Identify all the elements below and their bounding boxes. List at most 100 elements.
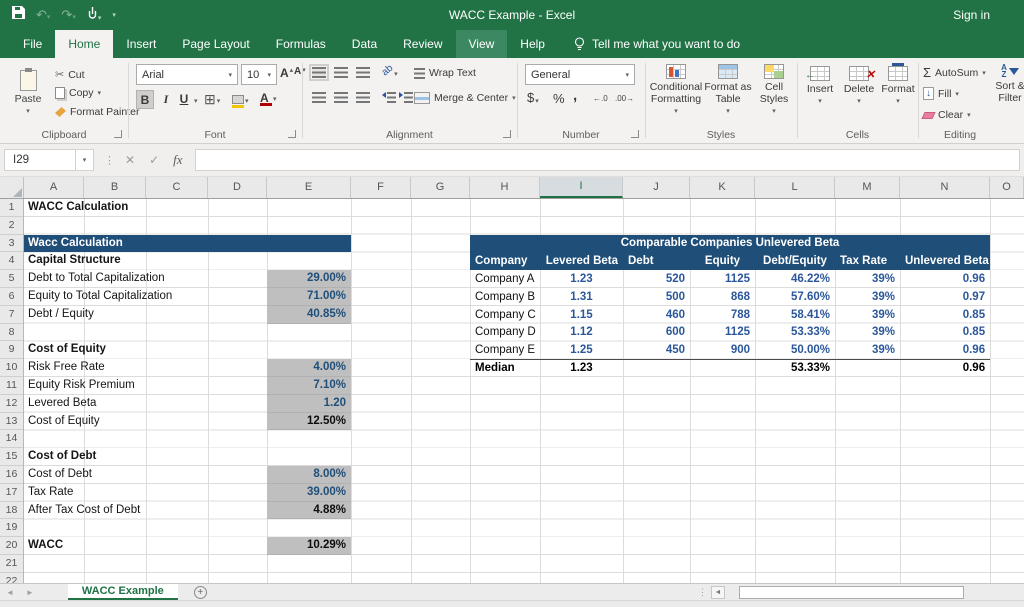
borders-button[interactable]: ⊞▾ bbox=[204, 91, 220, 108]
underline-button[interactable]: U▾ bbox=[175, 90, 198, 109]
row-header[interactable]: 5 bbox=[0, 270, 23, 288]
row-header[interactable]: 4 bbox=[0, 252, 23, 270]
tab-page-layout[interactable]: Page Layout bbox=[169, 30, 262, 58]
sheet-tab-active[interactable]: WACC Example bbox=[68, 584, 178, 600]
label-cell[interactable]: Tax Rate bbox=[25, 484, 265, 502]
section-heading-cell[interactable]: Capital Structure bbox=[25, 252, 265, 270]
save-icon[interactable] bbox=[12, 6, 25, 24]
sort-filter-button[interactable]: AZ Sort & Filter bbox=[990, 64, 1024, 104]
italic-button[interactable]: I bbox=[157, 90, 175, 109]
table-cell[interactable]: Company E bbox=[470, 341, 540, 359]
table-cell[interactable]: 0.85 bbox=[900, 306, 990, 324]
column-header-m[interactable]: M bbox=[835, 177, 900, 198]
bold-button[interactable]: B bbox=[136, 90, 154, 109]
row-header[interactable]: 21 bbox=[0, 555, 23, 573]
row-header[interactable]: 3 bbox=[0, 235, 23, 253]
format-as-table-button[interactable]: Format as Table▾ bbox=[703, 64, 753, 115]
value-cell[interactable]: 40.85% bbox=[267, 306, 351, 324]
merge-center-button[interactable]: Merge & Center▾ bbox=[414, 92, 516, 104]
table-cell[interactable]: 50.00% bbox=[755, 341, 835, 359]
scroll-left-button[interactable]: ◄ bbox=[711, 586, 725, 599]
table-cell[interactable]: Company C bbox=[470, 306, 540, 324]
cut-button[interactable]: ✂Cut bbox=[55, 68, 85, 81]
table-cell[interactable]: 0.96 bbox=[900, 270, 990, 288]
undo-button[interactable]: ↶▾ bbox=[36, 6, 50, 24]
autosum-button[interactable]: ΣAutoSum▾ bbox=[923, 65, 986, 80]
new-sheet-button[interactable]: + bbox=[194, 584, 207, 600]
row-header[interactable]: 2 bbox=[0, 217, 23, 235]
name-box-dropdown[interactable]: ▾ bbox=[76, 149, 94, 171]
decrease-indent-button[interactable] bbox=[382, 92, 396, 103]
table-header-cell[interactable]: Unlevered Beta bbox=[900, 252, 990, 270]
table-cell[interactable]: 58.41% bbox=[755, 306, 835, 324]
increase-indent-button[interactable] bbox=[399, 92, 413, 103]
table-cell[interactable]: 600 bbox=[623, 324, 690, 342]
column-header-g[interactable]: G bbox=[411, 177, 470, 198]
table-cell[interactable]: Median bbox=[470, 359, 540, 377]
column-header-o[interactable]: O bbox=[990, 177, 1024, 198]
row-header[interactable]: 19 bbox=[0, 519, 23, 537]
row-header[interactable]: 17 bbox=[0, 484, 23, 502]
label-cell[interactable]: Debt to Total Capitalization bbox=[25, 270, 265, 288]
tab-view[interactable]: View bbox=[456, 30, 508, 58]
table-header-cell[interactable]: Tax Rate bbox=[835, 252, 900, 270]
column-header-j[interactable]: J bbox=[623, 177, 690, 198]
label-cell[interactable]: Cost of Equity bbox=[25, 413, 265, 431]
dialog-launcher-icon[interactable] bbox=[631, 130, 639, 138]
dialog-launcher-icon[interactable] bbox=[288, 130, 296, 138]
column-header-e[interactable]: E bbox=[267, 177, 351, 198]
enter-button[interactable]: ✓ bbox=[149, 153, 159, 167]
table-cell[interactable]: 39% bbox=[835, 270, 900, 288]
format-cells-button[interactable]: Format▾ bbox=[879, 66, 917, 105]
table-cell[interactable]: 1.23 bbox=[540, 359, 623, 377]
table-cell[interactable] bbox=[690, 359, 755, 377]
row-header[interactable]: 22 bbox=[0, 573, 23, 583]
touch-mode-button[interactable]: ▾ bbox=[87, 6, 102, 25]
table-cell[interactable]: 39% bbox=[835, 306, 900, 324]
row-header[interactable]: 12 bbox=[0, 395, 23, 413]
scrollbar-thumb[interactable] bbox=[739, 586, 964, 599]
table-cell[interactable]: 46.22% bbox=[755, 270, 835, 288]
label-cell[interactable]: After Tax Cost of Debt bbox=[25, 502, 265, 520]
wacc-banner-cell[interactable]: Wacc Calculation bbox=[24, 235, 351, 253]
table-cell[interactable]: 1.31 bbox=[540, 288, 623, 306]
row-header[interactable]: 10 bbox=[0, 359, 23, 377]
row-header[interactable]: 18 bbox=[0, 502, 23, 520]
label-cell[interactable]: Equity to Total Capitalization bbox=[25, 288, 265, 306]
row-header[interactable]: 13 bbox=[0, 413, 23, 431]
table-cell[interactable]: 460 bbox=[623, 306, 690, 324]
grow-font-button[interactable]: A▴ bbox=[280, 66, 293, 80]
fill-button[interactable]: ↓Fill▾ bbox=[923, 87, 959, 100]
label-cell[interactable]: Risk Free Rate bbox=[25, 359, 265, 377]
row-header[interactable]: 14 bbox=[0, 430, 23, 448]
table-header-cell[interactable]: Debt bbox=[623, 252, 690, 270]
insert-cells-button[interactable]: ← Insert▾ bbox=[801, 66, 839, 105]
increase-decimal-button[interactable]: ←.0 bbox=[593, 94, 608, 103]
wrap-text-button[interactable]: Wrap Text bbox=[414, 67, 476, 79]
scrollbar-splitter[interactable]: ⋮ bbox=[698, 587, 707, 598]
table-cell[interactable]: 39% bbox=[835, 288, 900, 306]
value-cell[interactable]: 12.50% bbox=[267, 413, 351, 431]
table-cell[interactable]: 0.96 bbox=[900, 341, 990, 359]
row-header[interactable]: 11 bbox=[0, 377, 23, 395]
value-cell[interactable]: 39.00% bbox=[267, 484, 351, 502]
align-center-button[interactable] bbox=[334, 92, 348, 103]
wacc-label-cell[interactable]: WACC bbox=[25, 537, 265, 555]
column-header-a[interactable]: A bbox=[24, 177, 84, 198]
formula-input[interactable] bbox=[195, 149, 1020, 171]
row-header[interactable]: 16 bbox=[0, 466, 23, 484]
tell-me-box[interactable]: Tell me what you want to do bbox=[574, 30, 740, 58]
table-header-cell[interactable]: Company bbox=[470, 252, 540, 270]
table-cell[interactable]: 450 bbox=[623, 341, 690, 359]
scrollbar-track[interactable] bbox=[725, 586, 1024, 599]
qat-customize-icon[interactable]: ▾ bbox=[112, 11, 116, 19]
clear-button[interactable]: Clear▾ bbox=[923, 109, 971, 121]
column-header-l[interactable]: L bbox=[755, 177, 835, 198]
table-cell[interactable]: 0.97 bbox=[900, 288, 990, 306]
tab-data[interactable]: Data bbox=[339, 30, 390, 58]
value-cell[interactable]: 4.00% bbox=[267, 359, 351, 377]
tab-insert[interactable]: Insert bbox=[113, 30, 169, 58]
table-cell[interactable]: Company B bbox=[470, 288, 540, 306]
fill-color-button[interactable]: ▾ bbox=[232, 93, 249, 108]
paste-button[interactable]: Paste ▾ bbox=[6, 62, 50, 122]
